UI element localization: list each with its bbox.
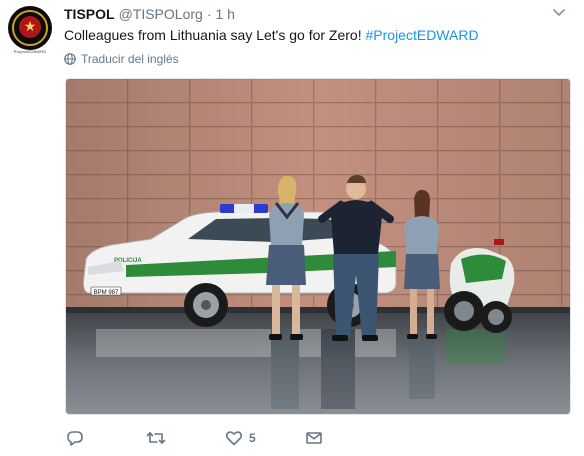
globe-icon bbox=[64, 53, 76, 65]
star-icon: ★ bbox=[23, 18, 37, 34]
tweet-text: Colleagues from Lithuania say Let's go f… bbox=[64, 26, 479, 44]
reply-icon bbox=[67, 431, 83, 446]
chevron-down-icon[interactable] bbox=[552, 8, 566, 18]
tweet-photo[interactable]: BPM 987 POLICIJA bbox=[65, 78, 571, 415]
avatar[interactable]: ★ bbox=[8, 6, 52, 50]
tweet[interactable]: ★ ProjectEDWARD TISPOL @TISPOLorg · 1 h … bbox=[0, 0, 584, 456]
user-handle[interactable]: @TISPOLorg bbox=[119, 6, 203, 22]
reply-button[interactable] bbox=[66, 428, 84, 448]
timestamp[interactable]: 1 h bbox=[215, 6, 234, 22]
translate-label: Traducir del inglés bbox=[81, 52, 179, 66]
retweet-button[interactable] bbox=[146, 428, 166, 448]
like-button[interactable]: 5 bbox=[225, 428, 256, 448]
direct-message-button[interactable] bbox=[305, 428, 323, 448]
separator-dot: · bbox=[206, 6, 212, 22]
retweet-icon bbox=[146, 432, 166, 444]
tweet-header: TISPOL @TISPOLorg · 1 h bbox=[64, 5, 235, 23]
display-name[interactable]: TISPOL bbox=[64, 6, 115, 22]
translate-link[interactable]: Traducir del inglés bbox=[64, 52, 179, 66]
heart-icon bbox=[225, 431, 243, 446]
tweet-text-body: Colleagues from Lithuania say Let's go f… bbox=[64, 27, 366, 43]
avatar-caption: ProjectEDWARD bbox=[13, 49, 47, 54]
hashtag-link[interactable]: #ProjectEDWARD bbox=[366, 27, 479, 43]
action-bar: 5 bbox=[66, 428, 396, 448]
like-count: 5 bbox=[249, 431, 256, 445]
license-plate: BPM 987 bbox=[94, 290, 119, 296]
envelope-icon bbox=[306, 432, 322, 444]
photo-scene: BPM 987 POLICIJA bbox=[66, 79, 570, 414]
